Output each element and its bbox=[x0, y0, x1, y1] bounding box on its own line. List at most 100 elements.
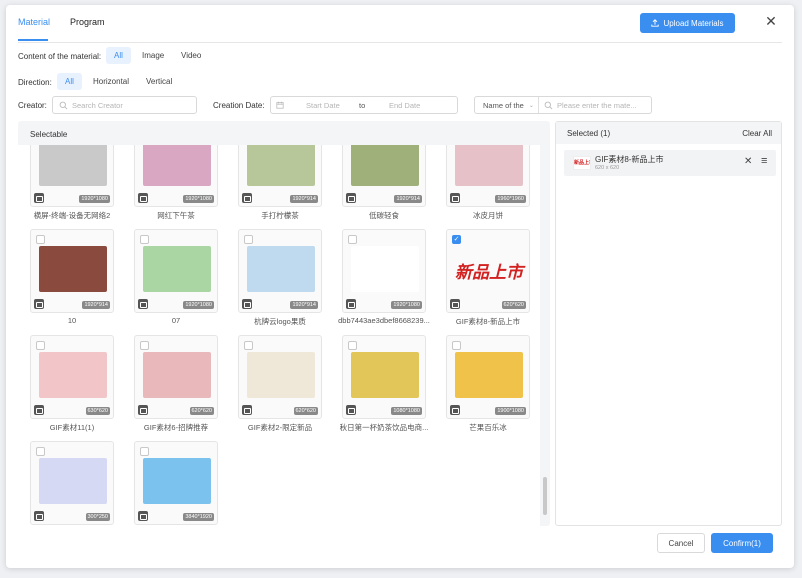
direction-chip-all[interactable]: All bbox=[57, 73, 82, 90]
image-type-icon bbox=[242, 299, 252, 309]
material-checkbox[interactable] bbox=[36, 235, 45, 244]
image-type-icon bbox=[34, 511, 44, 521]
material-thumbnail[interactable]: 1920*1080 bbox=[342, 229, 426, 313]
date-range-separator: to bbox=[359, 100, 366, 110]
material-checkbox[interactable] bbox=[140, 235, 149, 244]
creation-date-range[interactable]: Start Date to End Date bbox=[270, 96, 458, 114]
material-thumbnail[interactable]: 1080*1080 bbox=[342, 335, 426, 419]
material-preview bbox=[351, 145, 419, 186]
tab-material[interactable]: Material bbox=[18, 17, 50, 27]
image-type-icon bbox=[138, 405, 148, 415]
close-icon[interactable]: ✕ bbox=[764, 14, 778, 28]
image-type-icon bbox=[34, 299, 44, 309]
material-thumbnail[interactable]: 620*620 bbox=[238, 335, 322, 419]
material-dims: 620*620 bbox=[189, 407, 214, 415]
material-card[interactable]: 1920*914 低碳轻食 bbox=[342, 145, 426, 221]
material-preview bbox=[39, 246, 107, 292]
active-tab-indicator bbox=[18, 39, 48, 41]
clear-all-button[interactable]: Clear All bbox=[742, 129, 772, 138]
material-card[interactable]: 630*620 GIF素材11(1) bbox=[30, 335, 114, 433]
end-date-placeholder[interactable]: End Date bbox=[389, 101, 420, 110]
material-card[interactable]: 300*250 bbox=[30, 441, 114, 526]
content-chip-video[interactable]: Video bbox=[173, 47, 209, 64]
selected-count: Selected (1) bbox=[567, 129, 611, 138]
name-field-select[interactable]: Name of the ⌄ bbox=[475, 97, 539, 113]
cancel-button[interactable]: Cancel bbox=[657, 533, 705, 553]
material-thumbnail[interactable]: 1920*914 bbox=[238, 229, 322, 313]
material-dims: 1920*1080 bbox=[391, 301, 422, 309]
material-card[interactable]: 3840*1920 bbox=[134, 441, 218, 526]
material-name: dbb7443ae3dbef8668239... bbox=[338, 316, 430, 325]
material-dims: 1920*914 bbox=[290, 195, 318, 203]
material-preview bbox=[247, 246, 315, 292]
material-card[interactable]: 1960*1960 冰皮月饼 bbox=[446, 145, 530, 221]
material-thumbnail[interactable]: 1960*1960 bbox=[446, 145, 530, 207]
material-thumbnail[interactable]: 300*250 bbox=[30, 441, 114, 525]
material-name: 冰皮月饼 bbox=[473, 211, 503, 220]
direction-chip-vertical[interactable]: Vertical bbox=[138, 73, 180, 90]
upload-materials-button[interactable]: Upload Materials bbox=[640, 13, 735, 33]
material-preview bbox=[39, 458, 107, 504]
material-thumbnail[interactable]: 1920*914 bbox=[342, 145, 426, 207]
selectable-header: Selectable bbox=[30, 130, 68, 139]
material-thumbnail[interactable]: 新品上市 ✓ 620*620 bbox=[446, 229, 530, 313]
material-checkbox[interactable] bbox=[244, 235, 253, 244]
material-checkbox[interactable] bbox=[348, 235, 357, 244]
image-type-icon bbox=[138, 299, 148, 309]
select-material-dialog: Material Program Upload Materials ✕ Cont… bbox=[6, 5, 794, 568]
material-dims: 1900*1080 bbox=[495, 407, 526, 415]
material-card[interactable]: 1920*1080 横屏-终端-设备无网络2 bbox=[30, 145, 114, 221]
material-name: 横屏-终端-设备无网络2 bbox=[33, 211, 111, 220]
material-checkbox[interactable]: ✓ bbox=[452, 235, 461, 244]
material-dims: 620*620 bbox=[293, 407, 318, 415]
content-chip-all[interactable]: All bbox=[106, 47, 131, 64]
material-checkbox[interactable] bbox=[36, 447, 45, 456]
material-thumbnail[interactable]: 1920*1080 bbox=[134, 229, 218, 313]
image-type-icon bbox=[450, 405, 460, 415]
tab-program[interactable]: Program bbox=[70, 17, 105, 27]
scrollbar-track[interactable] bbox=[540, 145, 550, 526]
material-card[interactable]: 1900*1080 芒果百乐冰 bbox=[446, 335, 530, 433]
material-card[interactable]: 1920*1080 07 bbox=[134, 229, 218, 327]
direction-chip-horizontal[interactable]: Horizontal bbox=[85, 73, 137, 90]
material-thumbnail[interactable]: 630*620 bbox=[30, 335, 114, 419]
material-name: 07 bbox=[171, 316, 181, 325]
material-thumbnail[interactable]: 3840*1920 bbox=[134, 441, 218, 525]
material-card[interactable]: 1920*914 10 bbox=[30, 229, 114, 327]
material-card[interactable]: 620*620 GIF素材6-招牌推荐 bbox=[134, 335, 218, 433]
material-card[interactable]: 1920*1080 网红下午茶 bbox=[134, 145, 218, 221]
material-thumbnail[interactable]: 1920*1080 bbox=[30, 145, 114, 207]
material-thumbnail[interactable]: 620*620 bbox=[134, 335, 218, 419]
material-name-input[interactable]: Please enter the mate... bbox=[541, 97, 637, 113]
material-thumbnail[interactable]: 1900*1080 bbox=[446, 335, 530, 419]
material-checkbox[interactable] bbox=[36, 341, 45, 350]
start-date-placeholder[interactable]: Start Date bbox=[306, 101, 340, 110]
material-preview bbox=[143, 458, 211, 504]
material-card[interactable]: 1920*914 杭牌云logo果质 bbox=[238, 229, 322, 327]
image-type-icon bbox=[34, 193, 44, 203]
confirm-button[interactable]: Confirm(1) bbox=[711, 533, 773, 553]
material-checkbox[interactable] bbox=[244, 341, 253, 350]
material-card[interactable]: 620*620 GIF素材2-限定新品 bbox=[238, 335, 322, 433]
material-checkbox[interactable] bbox=[140, 447, 149, 456]
material-thumbnail[interactable]: 1920*914 bbox=[238, 145, 322, 207]
drag-handle-icon[interactable]: ≡ bbox=[761, 155, 767, 167]
material-preview bbox=[455, 145, 523, 186]
material-thumbnail[interactable]: 1920*1080 bbox=[134, 145, 218, 207]
material-card[interactable]: 1920*914 手打柠檬茶 bbox=[238, 145, 322, 221]
search-creator-input[interactable]: Search Creator bbox=[52, 96, 197, 114]
material-thumbnail[interactable]: 1920*914 bbox=[30, 229, 114, 313]
scrollbar-thumb[interactable] bbox=[543, 477, 547, 515]
material-preview bbox=[455, 352, 523, 398]
material-checkbox[interactable] bbox=[348, 341, 357, 350]
material-checkbox[interactable] bbox=[452, 341, 461, 350]
material-checkbox[interactable] bbox=[140, 341, 149, 350]
selected-item: 新品上市 GIF素材8-新品上市 620 x 620 ✕ ≡ bbox=[564, 150, 776, 176]
material-card[interactable]: 1920*1080 dbb7443ae3dbef8668239... bbox=[338, 229, 430, 327]
material-card[interactable]: 新品上市 ✓ 620*620 GIF素材8-新品上市 bbox=[446, 229, 530, 327]
chevron-down-icon: ⌄ bbox=[528, 102, 534, 109]
material-card[interactable]: 1080*1080 秋日第一杯奶茶饮品电商... bbox=[340, 335, 428, 433]
content-chip-image[interactable]: Image bbox=[134, 47, 172, 64]
material-name: GIF素材11(1) bbox=[49, 423, 95, 432]
remove-selected-icon[interactable]: ✕ bbox=[744, 156, 752, 167]
